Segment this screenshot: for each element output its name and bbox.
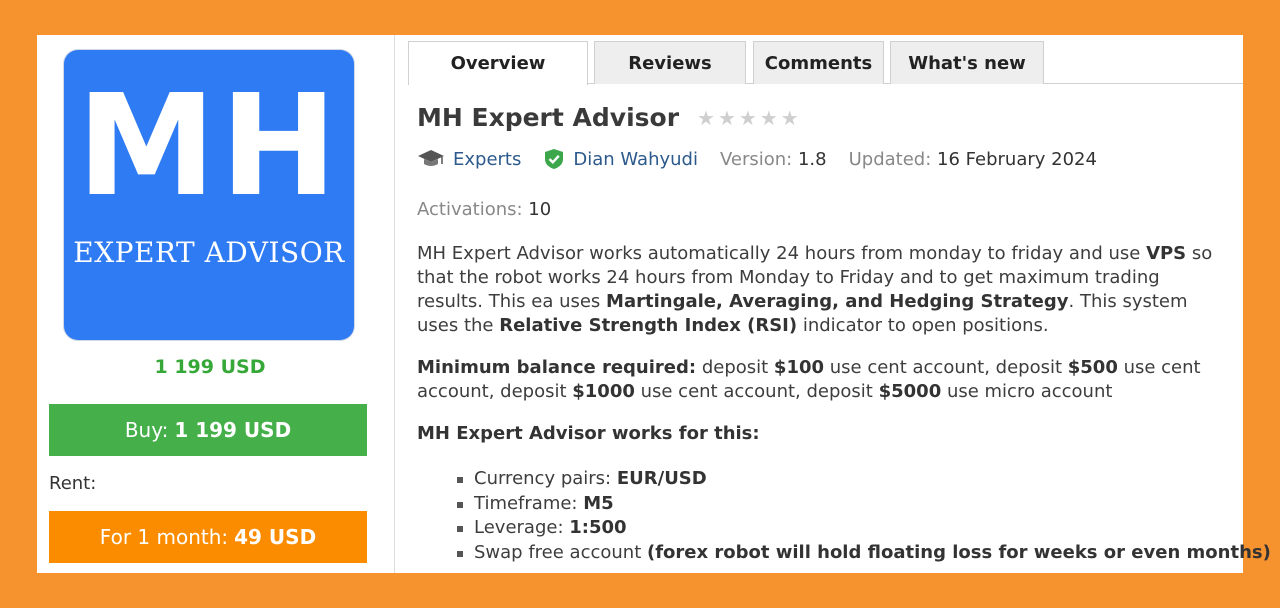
- author-link[interactable]: Dian Wahyudi: [543, 148, 698, 170]
- feature-label: Timeframe:: [474, 492, 584, 514]
- rent-label: Rent:: [49, 473, 97, 494]
- minimum-balance-label: Minimum balance required:: [417, 357, 697, 378]
- rent-button-label: For 1 month:: [99, 525, 229, 549]
- category-label: Experts: [453, 148, 522, 170]
- list-item: Swap free account (forex robot will hold…: [457, 541, 1271, 566]
- logo-sub-text: EXPERT ADVISOR: [73, 236, 345, 269]
- deposit-amount: $5000: [878, 381, 942, 402]
- deposit-amount: $500: [1067, 357, 1118, 378]
- updated-info: Updated: 16 February 2024: [849, 149, 1097, 170]
- works-for-heading: MH Expert Advisor works for this:: [417, 422, 1222, 446]
- activations-info: Activations: 10: [417, 199, 551, 220]
- category-link[interactable]: Experts: [417, 148, 521, 170]
- star-icon: ★: [738, 105, 757, 130]
- title-row: MH Expert Advisor ★ ★ ★ ★ ★: [417, 103, 799, 132]
- minimum-balance-paragraph: Minimum balance required: deposit $100 u…: [417, 356, 1222, 404]
- description-text: indicator to open positions.: [797, 315, 1049, 336]
- list-item: Timeframe: M5: [457, 492, 1271, 517]
- list-item: Currency pairs: EUR/USD: [457, 467, 1271, 492]
- graduation-cap-icon: [418, 150, 444, 166]
- deposit-amount: $1000: [572, 381, 635, 402]
- star-icon: ★: [717, 105, 736, 130]
- deposit-amount: $100: [773, 357, 825, 378]
- rating-stars[interactable]: ★ ★ ★ ★ ★: [697, 108, 799, 128]
- rent-button-price: 49 USD: [234, 525, 317, 549]
- product-logo: MH EXPERT ADVISOR: [64, 50, 354, 340]
- star-icon: ★: [780, 105, 799, 130]
- verified-shield-icon: [545, 149, 564, 169]
- description-text: use cent account, deposit: [824, 357, 1068, 378]
- feature-value: 1:500: [569, 517, 627, 538]
- feature-value: M5: [583, 492, 614, 514]
- product-meta: Experts Dian Wahyudi Version: 1.8 Update…: [417, 148, 1119, 170]
- purchase-sidebar: MH EXPERT ADVISOR 1 199 USD Buy: 1 199 U…: [37, 35, 395, 573]
- feature-value: (forex robot will hold floating loss for…: [646, 541, 1271, 563]
- description-emphasis: Relative Strength Index (RSI): [499, 315, 798, 336]
- buy-button-price: 1 199 USD: [174, 418, 292, 442]
- activations-value: 10: [528, 199, 552, 220]
- buy-button[interactable]: Buy: 1 199 USD: [49, 404, 367, 456]
- works-for-heading-text: MH Expert Advisor works for this:: [417, 423, 760, 444]
- tab-overview[interactable]: Overview: [408, 41, 588, 85]
- description-text: MH Expert Advisor works automatically 24…: [417, 243, 1147, 264]
- description-paragraph: MH Expert Advisor works automatically 24…: [417, 242, 1222, 338]
- description-text: use micro account: [941, 381, 1113, 402]
- feature-list: Currency pairs: EUR/USD Timeframe: M5 Le…: [457, 467, 1271, 565]
- feature-label: Swap free account: [474, 541, 647, 563]
- rent-1-month-button[interactable]: For 1 month: 49 USD: [49, 511, 367, 563]
- logo-main-text: MH: [76, 65, 342, 228]
- version-label: Version:: [719, 148, 793, 170]
- feature-label: Currency pairs:: [474, 468, 617, 489]
- feature-label: Leverage:: [474, 517, 570, 538]
- product-title: MH Expert Advisor: [417, 103, 680, 132]
- author-name: Dian Wahyudi: [573, 148, 698, 170]
- description-emphasis: Martingale, Averaging, and Hedging Strat…: [606, 291, 1069, 312]
- buy-button-label: Buy:: [124, 418, 169, 442]
- star-icon: ★: [697, 105, 715, 130]
- tab-reviews[interactable]: Reviews: [594, 41, 746, 84]
- version-info: Version: 1.8: [720, 149, 827, 170]
- description-text: deposit: [696, 357, 774, 378]
- tab-comments[interactable]: Comments: [753, 41, 884, 84]
- updated-value: 16 February 2024: [937, 148, 1097, 170]
- feature-value: EUR/USD: [616, 468, 707, 489]
- product-price: 1 199 USD: [154, 356, 266, 378]
- product-panel: MH EXPERT ADVISOR 1 199 USD Buy: 1 199 U…: [37, 35, 1271, 573]
- list-item: Leverage: 1:500: [457, 516, 1271, 541]
- version-value: 1.8: [797, 148, 827, 170]
- description-emphasis: VPS: [1146, 243, 1187, 264]
- activations-label: Activations:: [417, 199, 523, 220]
- description-text: use cent account, deposit: [634, 381, 879, 402]
- tab-bar: Overview Reviews Comments What's new: [408, 41, 1243, 85]
- updated-label: Updated:: [848, 148, 932, 170]
- tab-whats-new[interactable]: What's new: [890, 41, 1044, 84]
- star-icon: ★: [759, 105, 778, 130]
